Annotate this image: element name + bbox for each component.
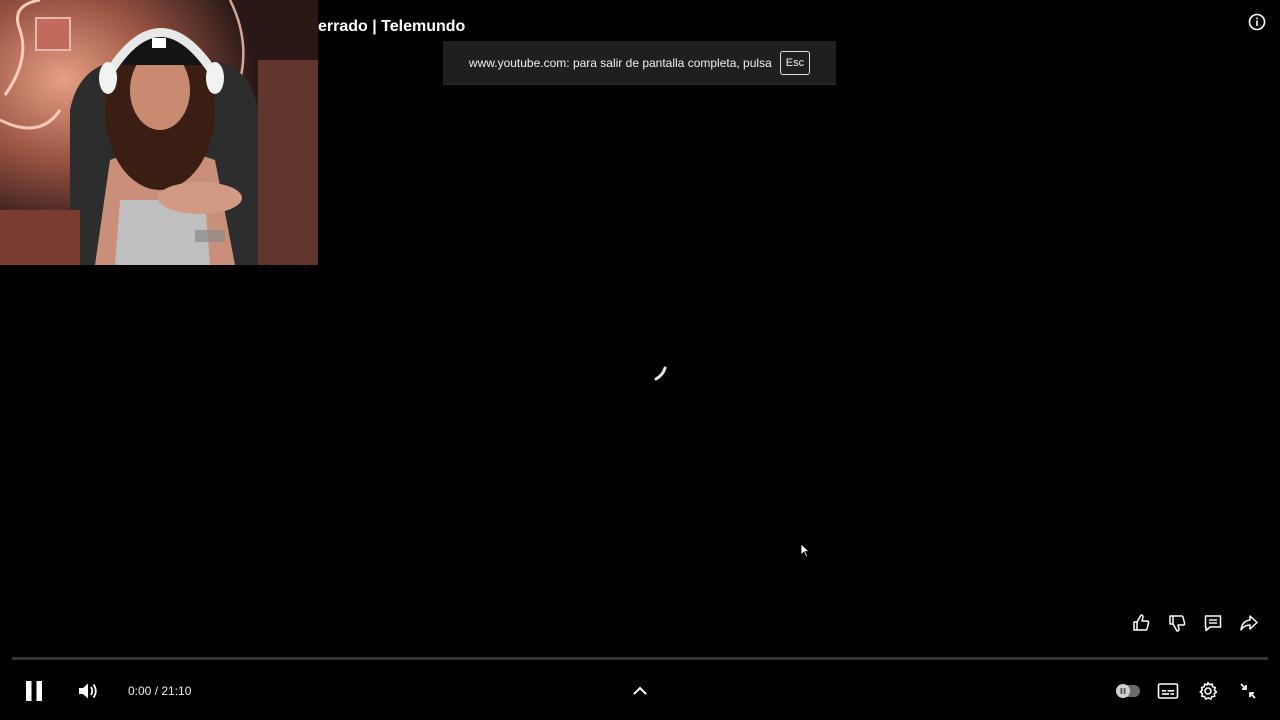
autoplay-toggle-icon (1116, 684, 1130, 698)
esc-key-badge: Esc (779, 50, 811, 75)
exit-fullscreen-icon (1240, 683, 1256, 699)
gear-icon (1199, 681, 1218, 700)
thumbs-up-icon[interactable] (1130, 612, 1152, 634)
pause-button[interactable] (22, 679, 46, 703)
video-player[interactable]: errado | Telemundo www.youtube.com: para… (0, 0, 1280, 720)
comments-icon[interactable] (1202, 612, 1224, 634)
share-icon[interactable] (1238, 612, 1260, 634)
subtitles-button[interactable] (1156, 679, 1180, 703)
pause-icon (26, 681, 42, 701)
time-display: 0:00 / 21:10 (128, 684, 192, 698)
player-controls: 0:00 / 21:10 (0, 668, 1280, 714)
mouse-cursor-icon (800, 543, 811, 558)
exit-fullscreen-button[interactable] (1236, 679, 1260, 703)
settings-button[interactable] (1196, 679, 1220, 703)
progress-bar[interactable] (12, 657, 1268, 660)
video-title[interactable]: errado | Telemundo (318, 18, 465, 36)
thumbs-down-icon[interactable] (1166, 612, 1188, 634)
volume-icon (79, 683, 97, 699)
webcam-overlay (0, 0, 318, 265)
loading-spinner-icon (648, 362, 670, 384)
autoplay-toggle[interactable] (1116, 684, 1140, 698)
action-bar (1130, 612, 1260, 634)
volume-button[interactable] (76, 679, 100, 703)
info-icon[interactable] (1248, 13, 1266, 31)
subtitles-icon (1157, 683, 1179, 699)
chevron-up-icon (633, 686, 647, 695)
fullscreen-notice-message: www.youtube.com: para salir de pantalla … (468, 55, 772, 70)
expand-button[interactable] (628, 679, 652, 703)
fullscreen-notice: www.youtube.com: para salir de pantalla … (443, 41, 836, 85)
